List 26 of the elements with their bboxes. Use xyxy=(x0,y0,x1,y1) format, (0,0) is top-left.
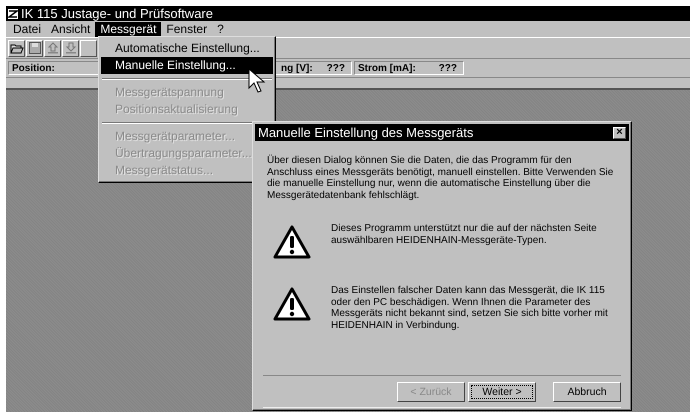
dialog-title: Manuelle Einstellung des Messgeräts xyxy=(258,125,474,140)
open-folder-icon[interactable] xyxy=(8,40,25,56)
mouse-cursor-icon xyxy=(248,68,266,94)
warning-text: Das Einstellen falscher Daten kann das Messgerät, die IK 115 oder den PC beschädigen. Wenn Ihnen die Parameter des Messgeräts nicht bekannt sind, setzen Sie sich bitte vorher mit HEIDENHAIN in Verbindung. xyxy=(331,284,609,331)
menu-item[interactable]: Datei xyxy=(8,22,46,36)
field-label: Strom [mA]: xyxy=(358,62,416,74)
intro-text: Über diesen Dialog können Sie die Daten, die das Programm für den Anschluss eines Messgeräts benötigt, manuell einstellen. Bitte Verwenden Sie die manuelle Einstellung nur, wenn die automatische Einstellung über die Messgerätedatenbank fehlschlägt. xyxy=(267,155,614,201)
save-icon[interactable] xyxy=(26,40,43,56)
field-value: ??? xyxy=(438,62,457,74)
menu-item[interactable]: ? xyxy=(212,22,229,36)
menu-item[interactable]: Manuelle Einstellung... xyxy=(101,57,273,74)
close-button[interactable]: × xyxy=(613,126,626,138)
menu-item[interactable]: Ansicht xyxy=(46,22,96,36)
window-title: IK 115 Justage- und Prüfsoftware xyxy=(21,6,213,21)
warning-icon xyxy=(273,225,311,259)
warning-text: Dieses Programm unterstützt nur die auf der nächsten Seite auswählbaren HEIDENHAIN-Messgeräte-Typen. xyxy=(331,222,598,246)
menu-item[interactable]: Messgerät xyxy=(95,22,162,36)
menu-item[interactable]: Fenster xyxy=(161,22,212,36)
dialog-button[interactable]: Weiter > xyxy=(468,382,536,402)
menu-item[interactable]: Automatische Einstellung... xyxy=(101,40,273,57)
toolbar-button[interactable] xyxy=(80,40,97,56)
field-label: Position: xyxy=(12,62,55,74)
field-value: ??? xyxy=(326,62,345,74)
dialog-button[interactable]: Abbruch xyxy=(553,382,621,402)
warning-icon xyxy=(273,287,311,321)
field-label: ng [V]: xyxy=(281,62,313,74)
